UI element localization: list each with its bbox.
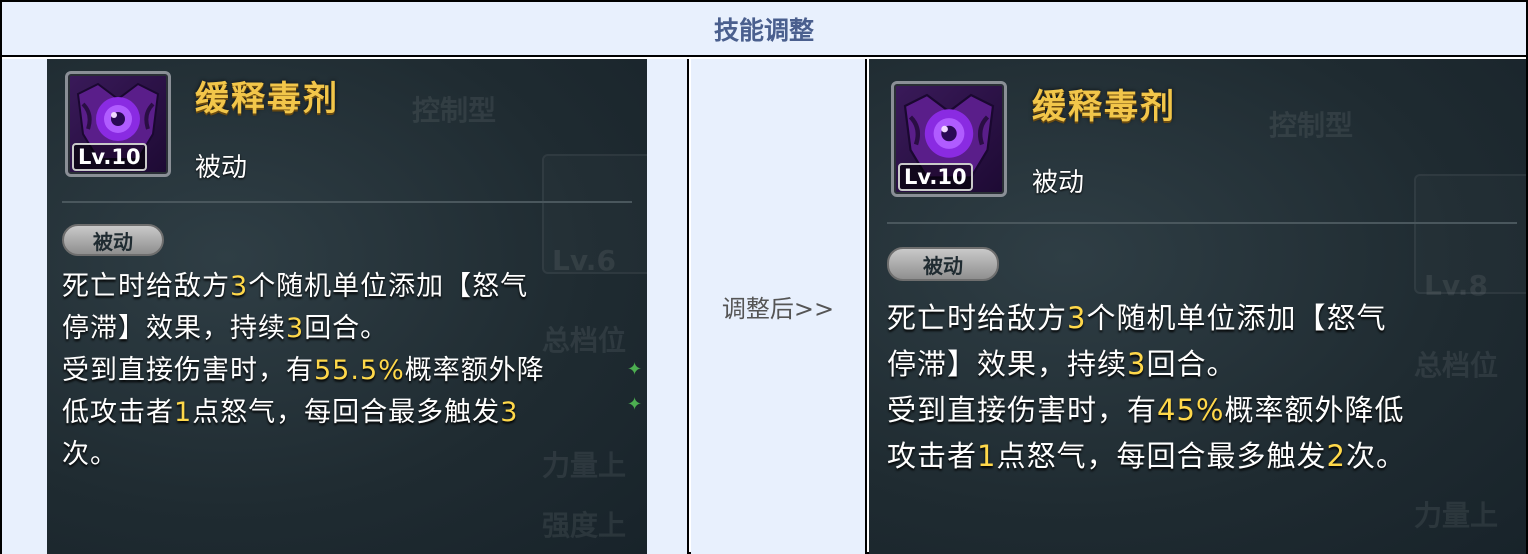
description-text: 受到直接伤害时，有 xyxy=(887,393,1158,427)
passive-badge: 被动 xyxy=(62,224,164,256)
skill-icon: Lv.10 xyxy=(891,81,1007,197)
skill-icon: Lv.10 xyxy=(65,71,171,177)
description-text: 个随机单位添加【怒气 xyxy=(248,271,529,302)
description-text: 次。 xyxy=(62,439,118,470)
description-text: 死亡时给敌方 xyxy=(887,301,1068,335)
skill-name: 缓释毒剂 xyxy=(195,79,339,119)
divider xyxy=(62,201,632,203)
description-line: 次。 xyxy=(62,434,545,476)
skill-name: 缓释毒剂 xyxy=(1032,87,1176,127)
highlight-value: 3 xyxy=(1127,347,1147,381)
highlight-value: 45% xyxy=(1157,393,1225,427)
description-text: 回合。 xyxy=(1146,347,1237,381)
description-text: 个随机单位添加【怒气 xyxy=(1086,301,1387,335)
table-header: 技能调整 xyxy=(2,2,1526,57)
skill-description: 死亡时给敌方3个随机单位添加【怒气 停滞】效果，持续3回合。 受到直接伤害时，有55… xyxy=(62,266,545,476)
comparison-table: 技能调整 控制型 Lv.6 总档位 力量上 强度上 Lv.10 缓释毒剂 被动 … xyxy=(0,0,1528,554)
before-cell: 控制型 Lv.6 总档位 力量上 强度上 Lv.10 缓释毒剂 被动 被动 死亡… xyxy=(2,59,689,554)
plus-icon: ✦ xyxy=(627,359,643,380)
highlight-value: 55.5% xyxy=(314,355,405,386)
highlight-value: 3 xyxy=(286,313,305,344)
after-skill-panel: 控制型 Lv.8 总档位 力量上 Lv.10 缓释毒剂 被动 被动 死亡时给敌方… xyxy=(869,59,1526,554)
bg-text: Lv.8 xyxy=(1424,269,1488,302)
bg-text: 总档位 xyxy=(542,324,627,357)
highlight-value: 3 xyxy=(1067,301,1087,335)
description-text: 攻击者 xyxy=(887,439,978,473)
plus-icon: ✦ xyxy=(627,394,643,415)
adjust-arrow-label: 调整后>> xyxy=(691,59,867,554)
description-line: 攻击者1点怒气，每回合最多触发2次。 xyxy=(887,433,1406,479)
description-line: 低攻击者1点怒气，每回合最多触发3 xyxy=(62,392,545,434)
bg-text: 力量上 xyxy=(542,449,627,482)
description-line: 死亡时给敌方3个随机单位添加【怒气 xyxy=(887,295,1406,341)
highlight-value: 3 xyxy=(500,397,519,428)
description-text: 回合。 xyxy=(304,313,389,344)
description-text: 点怒气，每回合最多触发 xyxy=(996,439,1327,473)
description-line: 停滞】效果，持续3回合。 xyxy=(887,341,1406,387)
highlight-value: 1 xyxy=(977,439,997,473)
level-label: Lv.10 xyxy=(72,143,147,171)
skill-description: 死亡时给敌方3个随机单位添加【怒气 停滞】效果，持续3回合。 受到直接伤害时，有45… xyxy=(887,295,1406,479)
description-text: 停滞】效果，持续 xyxy=(887,347,1128,381)
bg-text: 强度上 xyxy=(542,509,627,542)
level-label: Lv.10 xyxy=(898,163,973,191)
description-line: 受到直接伤害时，有55.5%概率额外降 xyxy=(62,350,545,392)
bg-text: 总档位 xyxy=(1414,349,1499,382)
description-text: 概率额外降 xyxy=(404,355,545,386)
after-cell: 控制型 Lv.8 总档位 力量上 Lv.10 缓释毒剂 被动 被动 死亡时给敌方… xyxy=(869,59,1526,554)
description-text: 停滞】效果，持续 xyxy=(62,313,286,344)
bg-text: 控制型 xyxy=(412,94,497,127)
description-text: 概率额外降低 xyxy=(1224,393,1405,427)
skill-type: 被动 xyxy=(195,153,248,183)
skill-type: 被动 xyxy=(1032,168,1085,198)
highlight-value: 1 xyxy=(174,397,193,428)
description-line: 受到直接伤害时，有45%概率额外降低 xyxy=(887,387,1406,433)
description-text: 点怒气，每回合最多触发 xyxy=(192,397,501,428)
bg-text: 控制型 xyxy=(1269,109,1354,142)
description-text: 受到直接伤害时，有 xyxy=(62,355,314,386)
divider xyxy=(887,222,1517,224)
passive-badge: 被动 xyxy=(887,247,999,281)
description-text: 次。 xyxy=(1345,439,1406,473)
description-text: 死亡时给敌方 xyxy=(62,271,230,302)
description-line: 停滞】效果，持续3回合。 xyxy=(62,308,545,350)
bg-text: 力量上 xyxy=(1414,499,1499,532)
before-skill-panel: 控制型 Lv.6 总档位 力量上 强度上 Lv.10 缓释毒剂 被动 被动 死亡… xyxy=(47,59,647,554)
bg-text: Lv.6 xyxy=(552,244,616,277)
highlight-value: 2 xyxy=(1326,439,1346,473)
description-text: 低攻击者 xyxy=(62,397,174,428)
highlight-value: 3 xyxy=(230,271,249,302)
description-line: 死亡时给敌方3个随机单位添加【怒气 xyxy=(62,266,545,308)
